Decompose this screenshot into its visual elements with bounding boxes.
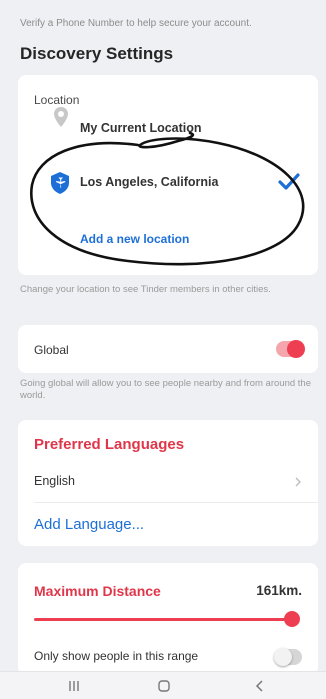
distance-value: 161km. [256, 583, 302, 598]
global-toggle-knob [287, 340, 305, 358]
languages-title: Preferred Languages [34, 436, 185, 453]
checkmark-icon [278, 173, 300, 190]
only-range-label: Only show people in this range [34, 649, 199, 663]
distance-slider-handle[interactable] [284, 611, 300, 627]
global-card: Global [18, 325, 318, 373]
page-title: Discovery Settings [20, 44, 174, 63]
add-location-link[interactable]: Add a new location [80, 232, 189, 246]
back-icon[interactable] [252, 678, 268, 694]
global-label: Global [34, 343, 69, 357]
airplane-icon [51, 172, 69, 194]
languages-card: Preferred Languages English Add Language… [18, 420, 318, 546]
divider [34, 502, 318, 503]
add-language-button[interactable]: Add Language... [34, 516, 144, 533]
distance-slider-track[interactable] [34, 618, 290, 621]
only-range-toggle-knob [274, 648, 292, 666]
location-pin-icon [54, 107, 68, 127]
phone-verify-hint: Verify a Phone Number to help secure you… [20, 18, 252, 29]
language-value: English [34, 474, 75, 488]
location-card: Location My Current Location Los Angeles… [18, 75, 318, 275]
home-icon[interactable] [156, 678, 172, 694]
distance-title: Maximum Distance [34, 583, 161, 599]
language-row-english[interactable]: English [18, 464, 318, 500]
current-location-label: My Current Location [80, 121, 202, 135]
recent-apps-icon[interactable] [66, 678, 82, 694]
global-toggle[interactable] [276, 340, 305, 358]
distance-card: Maximum Distance 161km. Only show people… [18, 563, 318, 675]
system-nav-bar [0, 671, 326, 699]
chevron-right-icon [295, 477, 301, 487]
selected-location-label: Los Angeles, California [80, 175, 219, 189]
only-range-toggle[interactable] [274, 648, 302, 666]
location-label: Location [34, 93, 80, 107]
global-hint: Going global will allow you to see peopl… [20, 378, 311, 401]
location-hint: Change your location to see Tinder membe… [20, 284, 271, 295]
